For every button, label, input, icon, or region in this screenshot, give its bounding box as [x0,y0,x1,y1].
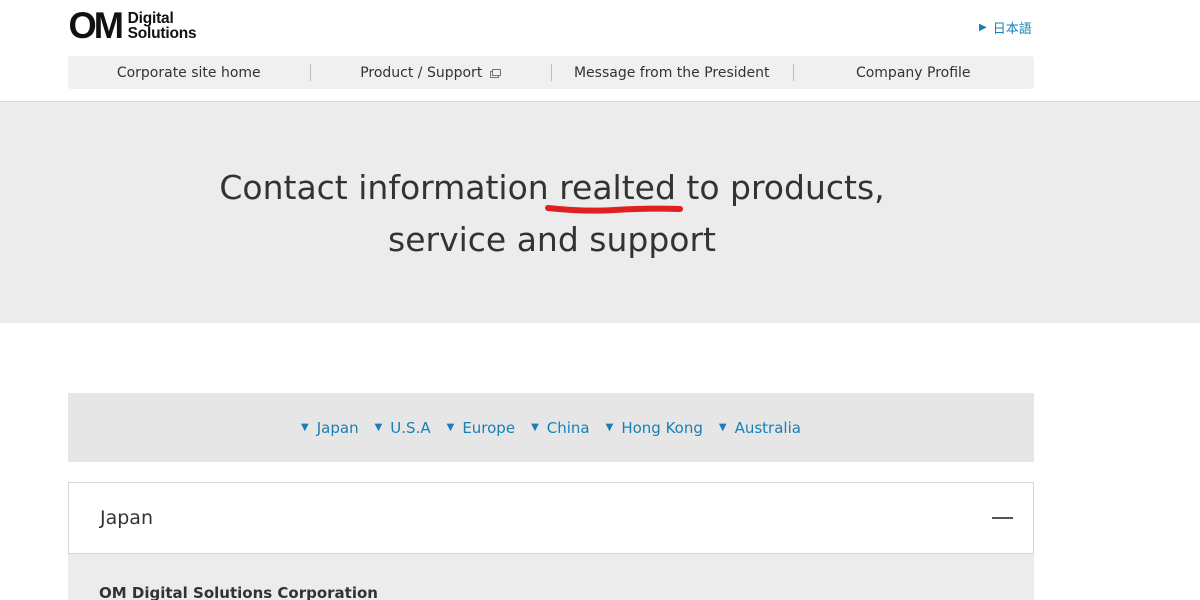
nav-item-corporate-home[interactable]: Corporate site home [68,56,310,89]
collapse-minus-icon[interactable] [992,517,1013,519]
nav-item-label: Message from the President [573,64,770,81]
red-underline-annotation [545,205,683,214]
triangle-right-icon: ▶ [979,22,987,33]
logo-wordmark: Digital Solutions [127,11,197,42]
language-switch-link[interactable]: ▶ 日本語 [979,18,1032,37]
language-label: 日本語 [992,22,1032,37]
triangle-down-icon: ▼ [446,422,455,433]
triangle-down-icon: ▼ [531,422,539,433]
page-title-line-2: service and support [388,220,716,259]
triangle-down-icon: ▼ [301,422,309,433]
region-link-label: Hong Kong [621,418,703,437]
logo-line-2: Solutions [127,25,197,42]
region-link-hong-kong[interactable]: ▼ Hong Kong [606,419,703,437]
region-link-australia[interactable]: ▼ Australia [719,419,801,437]
global-nav: Corporate site home Product / Support Me… [68,56,1034,89]
japan-accordion-header[interactable]: Japan [68,482,1034,554]
nav-item-company-profile[interactable]: Company Profile [792,56,1035,89]
region-link-label: Australia [734,418,801,437]
triangle-down-icon: ▼ [605,422,614,433]
site-header: OM Digital Solutions ▶ 日本語 Corporate sit… [0,0,1200,102]
accordion-title: Japan [100,507,153,529]
japan-accordion-panel: OM Digital Solutions Corporation [68,554,1034,600]
nav-item-product-support[interactable]: Product / Support [309,56,552,89]
region-link-label: U.S.A [390,418,431,437]
company-name: OM Digital Solutions Corporation [99,584,378,600]
triangle-down-icon: ▼ [374,422,383,433]
region-link-label: Europe [462,418,516,437]
nav-item-president-message[interactable]: Message from the President [551,56,793,89]
region-link-label: Japan [316,418,359,437]
om-digital-solutions-logo[interactable]: OM Digital Solutions [68,5,197,46]
region-link-japan[interactable]: ▼ Japan [301,419,359,437]
logo-mark: OM [68,5,124,46]
nav-item-label: Company Profile [855,64,971,81]
triangle-down-icon: ▼ [718,422,727,433]
region-link-europe[interactable]: ▼ Europe [447,419,515,437]
region-link-label: China [546,418,590,437]
region-anchor-bar: ▼ Japan ▼ U.S.A ▼ Europe ▼ China ▼ Hong … [68,393,1034,462]
nav-item-label: Corporate site home [116,64,261,81]
region-link-usa[interactable]: ▼ U.S.A [375,419,431,437]
external-window-icon [490,68,502,78]
region-link-china[interactable]: ▼ China [531,419,590,437]
nav-item-label: Product / Support [360,64,483,81]
